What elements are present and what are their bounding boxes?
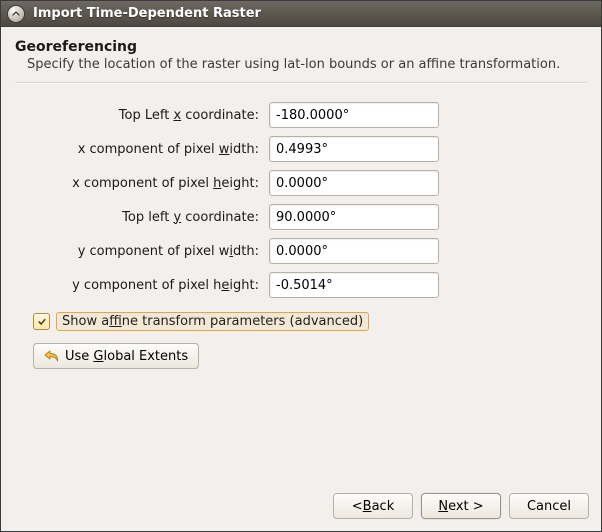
dialog-window: Import Time-Dependent Raster Georeferenc… bbox=[0, 0, 602, 532]
input-y-pixel-width-field[interactable] bbox=[270, 239, 439, 263]
page-subheading: Specify the location of the raster using… bbox=[27, 57, 587, 72]
undo-arrow-icon bbox=[44, 349, 60, 363]
titlebar[interactable]: Import Time-Dependent Raster bbox=[1, 1, 601, 27]
label-x-pixel-width: x component of pixel width: bbox=[31, 142, 261, 157]
label-x-pixel-height: x component of pixel height: bbox=[31, 176, 261, 191]
label-y-pixel-height: y component of pixel height: bbox=[31, 278, 261, 293]
label-top-left-x: Top Left x coordinate: bbox=[31, 108, 261, 123]
cancel-button[interactable]: Cancel bbox=[509, 493, 589, 519]
input-top-left-x-field[interactable] bbox=[270, 103, 439, 127]
page-heading: Georeferencing bbox=[15, 39, 587, 55]
input-top-left-y-field[interactable] bbox=[270, 205, 439, 229]
input-y-pixel-width[interactable] bbox=[269, 238, 439, 264]
divider bbox=[15, 82, 587, 84]
window-title: Import Time-Dependent Raster bbox=[33, 6, 261, 21]
next-button[interactable]: Next > bbox=[421, 493, 501, 519]
input-x-pixel-width-field[interactable] bbox=[270, 137, 439, 161]
affine-checkbox[interactable] bbox=[33, 313, 50, 330]
input-y-pixel-height[interactable] bbox=[269, 272, 439, 298]
affine-checkbox-label[interactable]: Show affine transform parameters (advanc… bbox=[56, 312, 369, 331]
checkmark-icon bbox=[38, 318, 46, 326]
use-global-extents-button[interactable]: Use Global Extents bbox=[33, 343, 199, 369]
affine-checkbox-row: Show affine transform parameters (advanc… bbox=[33, 312, 587, 331]
input-top-left-x[interactable] bbox=[269, 102, 439, 128]
content-area: Georeferencing Specify the location of t… bbox=[1, 27, 601, 483]
input-y-pixel-height-field[interactable] bbox=[270, 273, 439, 297]
use-global-extents-label: Use Global Extents bbox=[65, 349, 188, 364]
label-top-left-y: Top left y coordinate: bbox=[31, 210, 261, 225]
input-top-left-y[interactable] bbox=[269, 204, 439, 230]
georef-form: Top Left x coordinate: x component of pi… bbox=[31, 102, 587, 298]
input-x-pixel-width[interactable] bbox=[269, 136, 439, 162]
back-button[interactable]: < Back bbox=[333, 493, 413, 519]
input-x-pixel-height[interactable] bbox=[269, 170, 439, 196]
footer-buttons: < Back Next > Cancel bbox=[1, 483, 601, 531]
window-close-button[interactable] bbox=[7, 5, 25, 23]
label-y-pixel-width: y component of pixel width: bbox=[31, 244, 261, 259]
input-x-pixel-height-field[interactable] bbox=[270, 171, 439, 195]
